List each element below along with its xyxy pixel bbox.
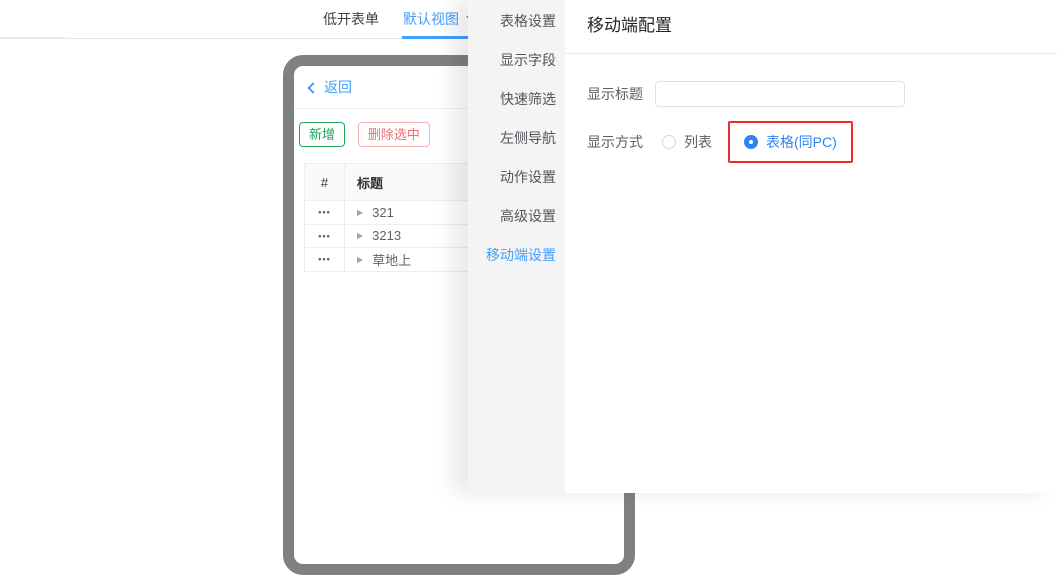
display-title-field: 显示标题 <box>587 81 1057 107</box>
row-actions-icon[interactable]: ••• <box>318 231 330 241</box>
menu-item-advanced[interactable]: 高级设置 <box>468 197 565 236</box>
display-title-label: 显示标题 <box>587 86 643 102</box>
display-mode-field: 显示方式 列表 表格(同PC) <box>587 121 1057 163</box>
row-actions-icon[interactable]: ••• <box>318 254 330 264</box>
delete-selected-button[interactable]: 删除选中 <box>357 122 430 147</box>
menu-item-mobile-settings[interactable]: 移动端设置 <box>468 236 565 275</box>
menu-item-action-settings[interactable]: 动作设置 <box>468 158 565 197</box>
header-title-label: 标题 <box>357 175 384 191</box>
red-highlight-box: 表格(同PC) <box>728 121 853 163</box>
panel-header: 移动端配置 <box>565 0 1057 54</box>
row-expand-caret-icon[interactable]: ▶ <box>357 231 363 240</box>
topbar-left-accent <box>0 37 66 39</box>
radio-list-label: 列表 <box>684 134 712 150</box>
display-title-input[interactable] <box>655 81 905 107</box>
display-mode-label: 显示方式 <box>587 134 643 150</box>
menu-item-quick-filter[interactable]: 快速筛选 <box>468 80 565 119</box>
row-expand-caret-icon[interactable]: ▶ <box>357 255 363 264</box>
header-index-label: # <box>320 174 329 190</box>
radio-circle-icon <box>662 135 676 149</box>
row-title: 草地上 <box>372 252 412 268</box>
radio-selected-icon <box>744 135 758 149</box>
back-link-label: 返回 <box>324 79 352 95</box>
row-actions-icon[interactable]: ••• <box>318 207 330 217</box>
header-index-cell: # <box>305 164 345 200</box>
panel-body: 显示标题 显示方式 列表 表格(同PC) <box>565 81 1057 163</box>
mobile-config-panel: 移动端配置 显示标题 显示方式 列表 表格(同PC) <box>565 0 1057 493</box>
add-button[interactable]: 新增 <box>299 122 346 147</box>
settings-menu: 表格设置 显示字段 快速筛选 左侧导航 动作设置 高级设置 移动端设置 <box>468 0 565 493</box>
tab-default-view[interactable]: 默认视图 <box>403 0 476 39</box>
row-expand-caret-icon[interactable]: ▶ <box>357 208 363 217</box>
back-chevron-icon <box>307 82 319 94</box>
tab-form[interactable]: 低开表单 <box>323 0 379 39</box>
panel-title: 移动端配置 <box>587 16 672 35</box>
menu-item-display-fields[interactable]: 显示字段 <box>468 41 565 80</box>
radio-table-label: 表格(同PC) <box>766 134 837 150</box>
row-title: 3213 <box>372 228 402 244</box>
radio-list-mode[interactable]: 列表 <box>662 132 712 152</box>
active-tab-underline <box>402 36 468 39</box>
radio-table-mode[interactable]: 表格(同PC) <box>744 132 837 152</box>
row-title: 321 <box>372 204 394 220</box>
settings-drawer: 表格设置 显示字段 快速筛选 左侧导航 动作设置 高级设置 移动端设置 移动端配… <box>468 0 1057 493</box>
menu-item-table-settings[interactable]: 表格设置 <box>468 2 565 41</box>
tab-default-view-label: 默认视图 <box>403 11 459 27</box>
menu-item-left-nav[interactable]: 左侧导航 <box>468 119 565 158</box>
